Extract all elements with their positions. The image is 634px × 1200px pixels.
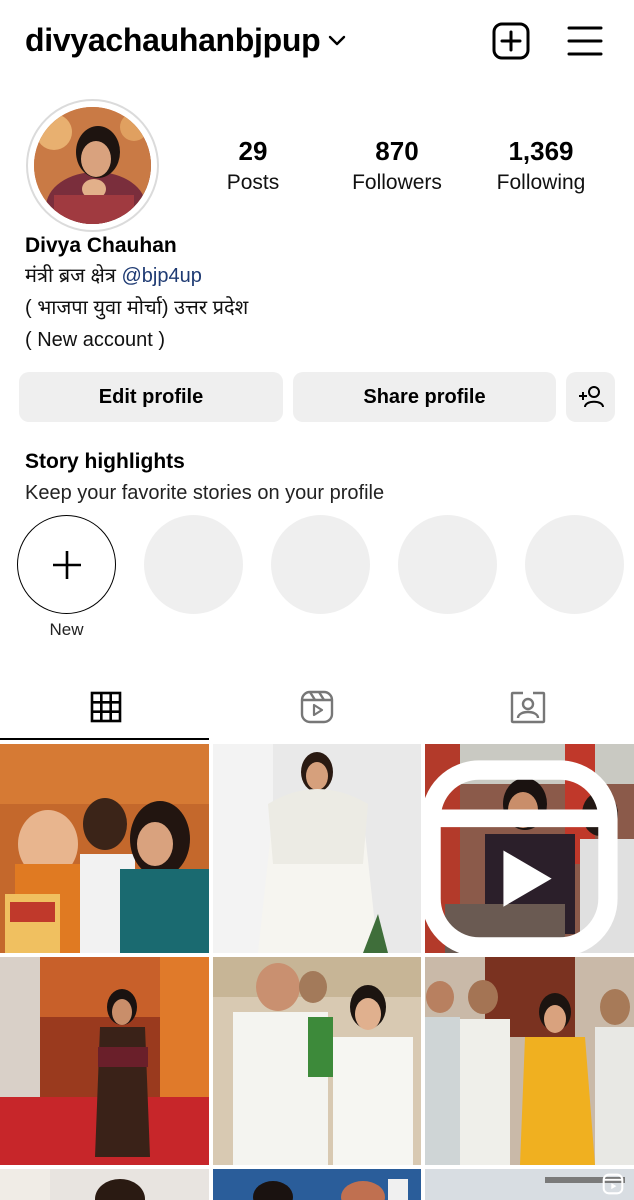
post-thumbnail[interactable] <box>213 957 421 1165</box>
followers-count-value: 870 <box>375 136 419 166</box>
following-count[interactable]: 1,369 Following <box>481 136 601 200</box>
followers-count[interactable]: 870 Followers <box>337 136 457 200</box>
posts-count-value: 29 <box>238 136 268 166</box>
add-user-icon <box>578 386 604 408</box>
plus-icon <box>52 550 81 579</box>
post-thumbnail[interactable] <box>213 744 421 953</box>
active-tab-indicator <box>0 738 209 740</box>
profile-tabs <box>0 674 634 740</box>
username-switcher[interactable]: divyachauhanbjpup <box>25 22 321 59</box>
post-thumbnail[interactable] <box>425 1169 634 1200</box>
bio-line-1: मंत्री ब्रज क्षेत्र @bjp4up <box>25 260 605 292</box>
add-post-icon[interactable] <box>492 22 530 60</box>
highlight-placeholder <box>398 515 497 614</box>
discover-people-button[interactable] <box>566 372 615 422</box>
post-thumbnail[interactable] <box>213 1169 421 1200</box>
following-count-value: 1,369 <box>508 136 574 166</box>
chevron-down-icon[interactable] <box>328 34 346 48</box>
following-count-label: Following <box>496 171 586 194</box>
profile-bio: Divya Chauhan मंत्री ब्रज क्षेत्र @bjp4u… <box>25 232 605 356</box>
tab-posts-grid[interactable] <box>0 674 211 740</box>
highlights-subtitle: Keep your favorite stories on your profi… <box>25 482 385 504</box>
profile-avatar[interactable] <box>26 99 159 232</box>
highlight-placeholder <box>144 515 243 614</box>
reels-icon <box>300 690 333 724</box>
bio-line-3: ( New account ) <box>25 329 166 351</box>
top-bar: divyachauhanbjpup <box>0 0 634 86</box>
edit-profile-button[interactable]: Edit profile <box>19 372 283 422</box>
tab-reels[interactable] <box>211 674 422 740</box>
highlights-title: Story highlights <box>25 450 185 473</box>
highlight-placeholder <box>271 515 370 614</box>
post-thumbnail[interactable] <box>0 1169 209 1200</box>
new-highlight-button[interactable] <box>17 515 116 614</box>
post-thumbnail[interactable] <box>0 744 209 953</box>
posts-count-label: Posts <box>226 171 280 194</box>
tagged-icon <box>510 691 545 724</box>
post-thumbnail[interactable] <box>425 957 634 1165</box>
highlight-placeholder <box>525 515 624 614</box>
reel-badge-icon <box>602 1173 624 1195</box>
post-thumbnail[interactable] <box>0 957 209 1165</box>
grid-icon <box>90 691 121 723</box>
share-profile-button[interactable]: Share profile <box>293 372 556 422</box>
hamburger-menu-icon[interactable] <box>566 24 604 58</box>
posts-count: 29 Posts <box>203 136 303 200</box>
followers-count-label: Followers <box>352 171 442 194</box>
bio-mention-link[interactable]: @bjp4up <box>122 265 202 287</box>
tab-tagged[interactable] <box>422 674 633 740</box>
display-name: Divya Chauhan <box>25 234 177 257</box>
reel-badge-icon <box>425 760 618 953</box>
avatar-photo <box>34 107 151 224</box>
bio-line-2: ( भाजपा युवा मोर्चा) उत्तर प्रदेश <box>25 297 249 319</box>
new-highlight-label: New <box>49 620 84 639</box>
bio-line-1-text: मंत्री ब्रज क्षेत्र <box>25 265 122 287</box>
post-thumbnail[interactable] <box>425 744 634 953</box>
